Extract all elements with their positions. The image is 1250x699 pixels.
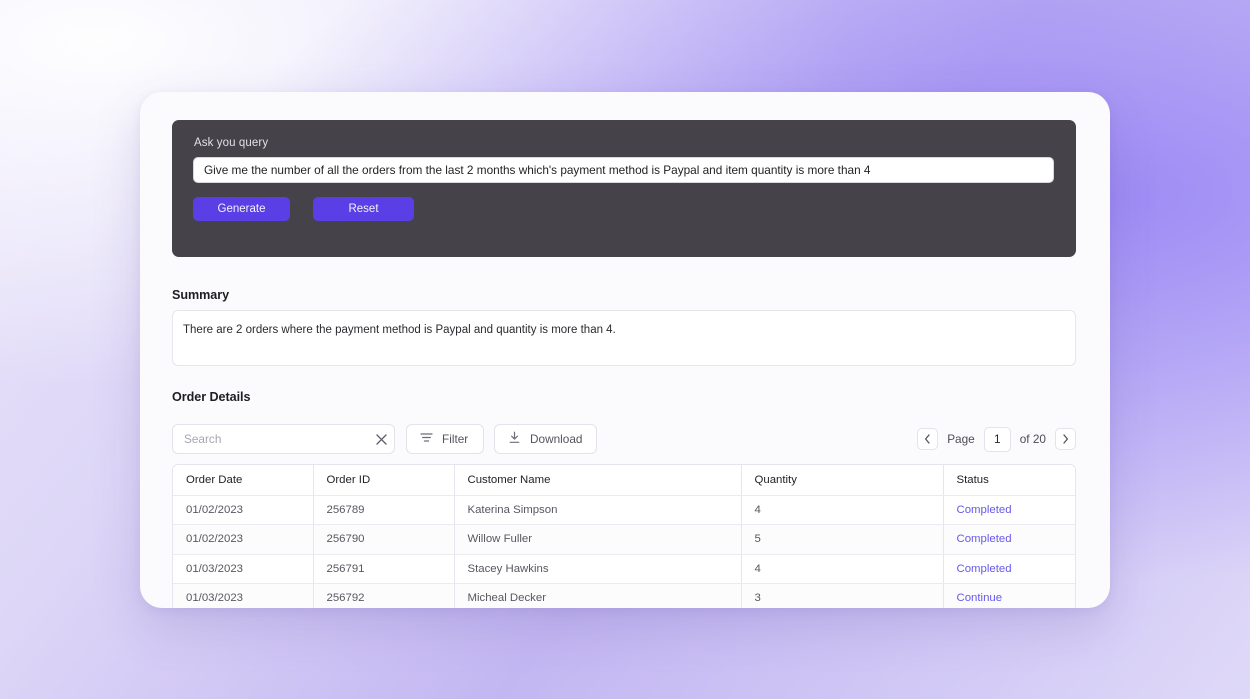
reset-button[interactable]: Reset — [313, 197, 414, 221]
pagination-page-label: Page — [947, 432, 975, 446]
status-link[interactable]: Continue — [957, 592, 1003, 604]
table-row: 01/03/2023 256792 Micheal Decker 3 Conti… — [173, 584, 1076, 609]
summary-box: There are 2 orders where the payment met… — [172, 310, 1076, 366]
table-toolbar: Filter Download Page 1 of 20 — [172, 424, 1076, 454]
close-icon[interactable] — [368, 426, 394, 452]
cell-order-date: 01/03/2023 — [173, 584, 313, 609]
query-input[interactable] — [193, 157, 1054, 183]
pagination: Page 1 of 20 — [917, 424, 1076, 454]
app-card: Ask you query Generate Reset Summary The… — [140, 92, 1110, 608]
cell-order-date: 01/02/2023 — [173, 525, 313, 555]
table-row: 01/02/2023 256789 Katerina Simpson 4 Com… — [173, 495, 1076, 525]
cell-quantity: 5 — [741, 525, 943, 555]
column-header-order-date[interactable]: Order Date — [173, 465, 313, 495]
cell-quantity: 3 — [741, 584, 943, 609]
download-label: Download — [530, 432, 582, 446]
filter-button[interactable]: Filter — [406, 424, 484, 454]
chevron-left-icon[interactable] — [917, 428, 938, 450]
status-link[interactable]: Completed — [957, 504, 1012, 516]
cell-order-id: 256790 — [313, 525, 454, 555]
table-row: 01/02/2023 256790 Willow Fuller 5 Comple… — [173, 525, 1076, 555]
column-header-status[interactable]: Status — [943, 465, 1076, 495]
search-box — [172, 424, 395, 454]
cell-status: Completed — [943, 525, 1076, 555]
column-header-quantity[interactable]: Quantity — [741, 465, 943, 495]
cell-status: Completed — [943, 495, 1076, 525]
chevron-right-icon[interactable] — [1055, 428, 1076, 450]
cell-customer-name: Willow Fuller — [454, 525, 741, 555]
cell-quantity: 4 — [741, 554, 943, 584]
table-header-row: Order Date Order ID Customer Name Quanti… — [173, 465, 1076, 495]
status-link[interactable]: Completed — [957, 563, 1012, 575]
query-button-row: Generate Reset — [193, 197, 414, 221]
summary-title: Summary — [172, 288, 229, 302]
cell-order-id: 256792 — [313, 584, 454, 609]
column-header-customer-name[interactable]: Customer Name — [454, 465, 741, 495]
table-row: 01/03/2023 256791 Stacey Hawkins 4 Compl… — [173, 554, 1076, 584]
cell-status: Continue — [943, 584, 1076, 609]
cell-order-id: 256789 — [313, 495, 454, 525]
download-icon — [508, 431, 521, 447]
cell-order-id: 256791 — [313, 554, 454, 584]
summary-text: There are 2 orders where the payment met… — [183, 324, 616, 336]
filter-label: Filter — [442, 432, 468, 446]
column-header-order-id[interactable]: Order ID — [313, 465, 454, 495]
cell-customer-name: Katerina Simpson — [454, 495, 741, 525]
cell-customer-name: Micheal Decker — [454, 584, 741, 609]
search-input[interactable] — [173, 432, 368, 446]
query-panel: Ask you query Generate Reset — [172, 120, 1076, 257]
pagination-total-label: of 20 — [1020, 432, 1046, 446]
cell-quantity: 4 — [741, 495, 943, 525]
cell-customer-name: Stacey Hawkins — [454, 554, 741, 584]
generate-button[interactable]: Generate — [193, 197, 290, 221]
cell-order-date: 01/03/2023 — [173, 554, 313, 584]
cell-order-date: 01/02/2023 — [173, 495, 313, 525]
cell-status: Completed — [943, 554, 1076, 584]
page-number-input[interactable]: 1 — [984, 427, 1011, 452]
download-button[interactable]: Download — [494, 424, 597, 454]
order-details-title: Order Details — [172, 390, 250, 404]
order-table: Order Date Order ID Customer Name Quanti… — [172, 464, 1076, 608]
filter-icon — [420, 432, 433, 446]
status-link[interactable]: Completed — [957, 533, 1012, 545]
query-label: Ask you query — [194, 137, 268, 149]
